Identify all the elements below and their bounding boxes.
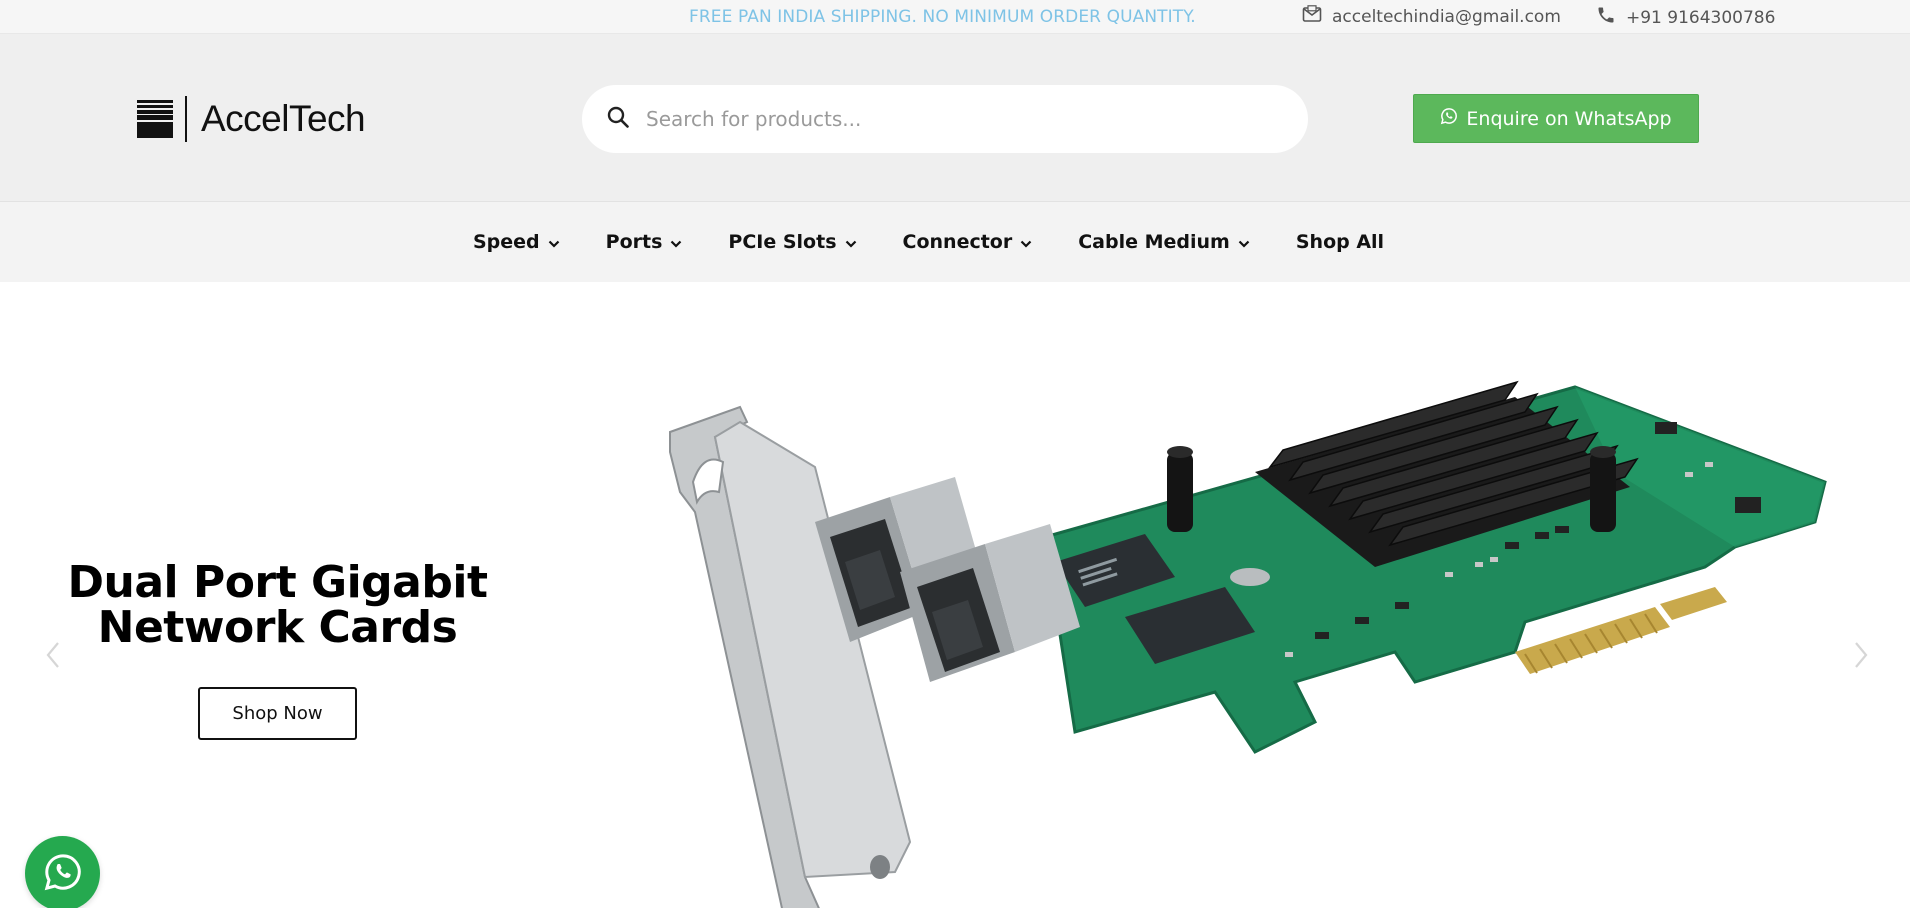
- chevron-down-icon: [670, 231, 682, 253]
- hero-title-line-1: Dual Port Gigabit: [67, 557, 488, 608]
- floating-whatsapp-button[interactable]: [25, 836, 100, 908]
- nav-item-shop-all[interactable]: Shop All: [1296, 231, 1384, 253]
- contact-email[interactable]: acceltechindia@gmail.com: [1302, 5, 1561, 28]
- chevron-left-icon: [45, 641, 61, 673]
- logo-text: AccelTech: [201, 98, 366, 139]
- search-bar[interactable]: [582, 85, 1308, 153]
- search-input[interactable]: [646, 107, 1246, 131]
- search-icon[interactable]: [606, 105, 630, 133]
- shipping-announcement: FREE PAN INDIA SHIPPING. NO MINIMUM ORDE…: [689, 7, 1196, 27]
- network-card-product-image: [669, 380, 1827, 908]
- nav-item-label: Speed: [473, 231, 540, 253]
- envelope-icon: [1302, 5, 1322, 28]
- slider-prev-arrow[interactable]: [38, 637, 68, 677]
- whatsapp-icon: [43, 852, 83, 896]
- chevron-down-icon: [845, 231, 857, 253]
- phone-icon: [1596, 5, 1616, 30]
- hero-slider: Dual Port Gigabit Network Cards Shop Now: [0, 282, 1910, 908]
- nav-item-label: Shop All: [1295, 231, 1385, 253]
- contact-phone[interactable]: +91 9164300786: [1596, 5, 1775, 30]
- chevron-down-icon: [548, 231, 560, 253]
- whatsapp-button-label: Enquire on WhatsApp: [1466, 107, 1672, 130]
- nav-item-speed[interactable]: Speed: [473, 231, 560, 253]
- nav-item-label: Connector: [902, 231, 1013, 253]
- nav-item-ports[interactable]: Ports: [606, 231, 683, 253]
- logo-divider: [185, 96, 187, 142]
- acceltech-logo[interactable]: AccelTech: [137, 96, 366, 142]
- nav-item-label: Ports: [605, 231, 663, 253]
- chevron-right-icon: [1853, 641, 1869, 673]
- nav-item-pcie-slots[interactable]: PCIe Slots: [728, 231, 856, 253]
- slider-next-arrow[interactable]: [1846, 637, 1876, 677]
- hero-title: Dual Port Gigabit Network Cards: [40, 560, 515, 650]
- site-header: AccelTech Enquire on WhatsApp: [0, 34, 1910, 202]
- chevron-down-icon: [1020, 231, 1032, 253]
- logo-mark-icon: [137, 100, 173, 138]
- hero-title-line-2: Network Cards: [97, 602, 458, 653]
- top-announcement-bar: FREE PAN INDIA SHIPPING. NO MINIMUM ORDE…: [0, 0, 1910, 34]
- nav-item-connector[interactable]: Connector: [903, 231, 1033, 253]
- email-text: acceltechindia@gmail.com: [1332, 6, 1561, 27]
- nav-item-label: Cable Medium: [1078, 231, 1230, 253]
- enquire-whatsapp-button[interactable]: Enquire on WhatsApp: [1413, 94, 1699, 143]
- whatsapp-icon: [1440, 107, 1458, 130]
- phone-text: +91 9164300786: [1626, 7, 1776, 28]
- main-navigation: Speed Ports PCIe Slots Connector Cable M…: [0, 202, 1910, 282]
- nav-item-cable-medium[interactable]: Cable Medium: [1078, 231, 1250, 253]
- chevron-down-icon: [1238, 231, 1250, 253]
- shop-now-button[interactable]: Shop Now: [198, 687, 357, 740]
- nav-item-label: PCIe Slots: [728, 231, 837, 253]
